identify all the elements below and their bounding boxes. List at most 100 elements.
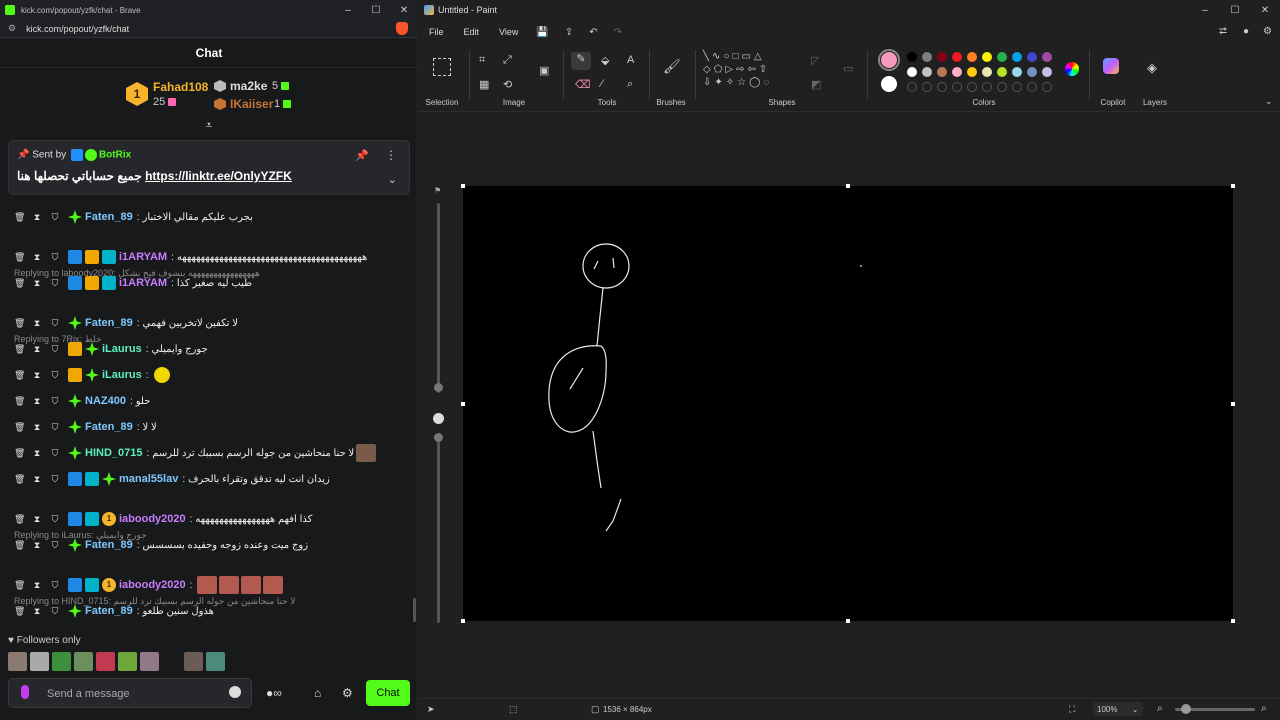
custom-color-slot[interactable] [1012, 82, 1022, 92]
chat-message[interactable]: 🗑 ⧗ ⛉ HIND_0715: لا حنا منحاشين من جوله الرس… [14, 444, 410, 462]
color-picker-icon[interactable]: ⁄ [601, 78, 603, 90]
ban-icon[interactable]: ⛉ [50, 474, 60, 484]
microphone-icon[interactable] [21, 685, 29, 699]
menu-view[interactable]: View [499, 27, 518, 37]
chat-username[interactable]: Faten_89 [85, 539, 133, 551]
zoom-dropdown[interactable]: 100% ⌄ [1093, 702, 1143, 716]
ban-icon[interactable]: ⛉ [50, 580, 60, 590]
share-icon[interactable]: ⇪ [565, 27, 573, 38]
drawing-canvas[interactable] [463, 186, 1233, 621]
chat-message[interactable]: 🗑 ⧗ ⛉ Faten_89: بجرب عليكم مقالي الاختبار [14, 208, 410, 226]
leader-third-name[interactable]: IKaiiser [230, 97, 273, 111]
collapse-leaderboard-icon[interactable]: ⩡ [202, 118, 216, 133]
send-chat-button[interactable]: Chat [366, 680, 410, 706]
avatar[interactable] [8, 652, 27, 671]
avatar[interactable] [206, 652, 225, 671]
color-swatch[interactable] [1012, 67, 1022, 77]
custom-color-slot[interactable] [922, 82, 932, 92]
ban-icon[interactable]: ⛉ [50, 252, 60, 262]
color-swatch[interactable] [997, 52, 1007, 62]
color-swatch[interactable] [907, 52, 917, 62]
image-creator-icon[interactable]: ▣ [539, 64, 549, 77]
timeout-icon[interactable]: ⧗ [32, 318, 42, 328]
zoom-out-icon[interactable]: ⌕ [1157, 703, 1163, 714]
resize-handle[interactable] [1231, 619, 1235, 623]
save-icon[interactable]: 💾 [536, 27, 548, 38]
chat-username[interactable]: iaboody2020 [119, 579, 186, 591]
chat-username[interactable]: Faten_89 [85, 605, 133, 617]
minimize-icon[interactable]: – [1190, 5, 1220, 16]
opacity-slider[interactable] [437, 433, 440, 623]
chat-username[interactable]: iaboody2020 [119, 513, 186, 525]
chat-message-list[interactable]: 🗑 ⧗ ⛉ Faten_89: بجرب عليكم مقالي الاختبار Rep… [0, 200, 410, 630]
chat-message[interactable]: 🗑 ⧗ ⛉ iLaurus: جورج وايميلي [14, 340, 410, 358]
delete-icon[interactable]: 🗑 [14, 448, 25, 458]
timeout-icon[interactable]: ⧗ [32, 396, 42, 406]
resize-handle[interactable] [846, 184, 850, 188]
ban-icon[interactable]: ⛉ [50, 448, 60, 458]
chat-message[interactable]: 🗑 ⧗ ⛉ Faten_89: لا تكفين لاتخربين فهمي [14, 314, 410, 332]
ban-icon[interactable]: ⛉ [50, 396, 60, 406]
custom-color-slot[interactable] [1027, 82, 1037, 92]
layers-icon[interactable]: ◈ [1147, 60, 1157, 76]
color-swatch[interactable] [922, 52, 932, 62]
delete-icon[interactable]: 🗑 [14, 278, 25, 288]
avatar[interactable] [140, 652, 159, 671]
custom-color-slot[interactable] [1042, 82, 1052, 92]
color-swatch[interactable] [982, 52, 992, 62]
edit-colors-icon[interactable] [1065, 62, 1079, 76]
chat-message[interactable]: 🗑 ⧗ ⛉ 1 iaboody2020: [14, 576, 410, 594]
brush-size-thumb[interactable] [434, 383, 443, 392]
delete-icon[interactable]: 🗑 [14, 252, 25, 262]
timeout-icon[interactable]: ⧗ [32, 448, 42, 458]
brush-size-slider[interactable] [437, 203, 440, 393]
chat-message[interactable]: 🗑 ⧗ ⛉ Faten_89: هذول سنين طلعو [14, 602, 410, 620]
brush-icon[interactable]: 🖌 [663, 58, 681, 75]
timeout-icon[interactable]: ⧗ [32, 606, 42, 616]
custom-color-slot[interactable] [997, 82, 1007, 92]
timeout-icon[interactable]: ⧗ [32, 422, 42, 432]
chat-message[interactable]: 🗑 ⧗ ⛉ manal55lav: زيدان انت ليه تدقق وتقراء … [14, 470, 410, 488]
timeout-icon[interactable]: ⧗ [32, 514, 42, 524]
chat-username[interactable]: iLaurus [102, 343, 142, 355]
delete-icon[interactable]: 🗑 [14, 606, 25, 616]
delete-icon[interactable]: 🗑 [14, 514, 25, 524]
color-swatch[interactable] [1027, 67, 1037, 77]
color-swatch[interactable] [937, 52, 947, 62]
delete-icon[interactable]: 🗑 [14, 370, 25, 380]
timeout-icon[interactable]: ⧗ [32, 252, 42, 262]
avatar[interactable] [96, 652, 115, 671]
ban-icon[interactable]: ⛉ [50, 606, 60, 616]
chat-username[interactable]: NAZ400 [85, 395, 126, 407]
kick-points-icon[interactable]: ●∞ [266, 686, 282, 700]
timeout-icon[interactable]: ⧗ [32, 540, 42, 550]
custom-color-slot[interactable] [907, 82, 917, 92]
settings-gear-icon[interactable]: ⚙ [1263, 26, 1272, 37]
color-swatch[interactable] [1042, 67, 1052, 77]
chat-message[interactable]: 🗑 ⧗ ⛉ i1ARYAM: طيب ليه صغير كذا [14, 274, 410, 292]
redo-icon[interactable]: ↷ [614, 27, 622, 38]
account-icon[interactable]: ● [1243, 26, 1249, 37]
color-swatch[interactable] [967, 67, 977, 77]
url-text[interactable]: kick.com/popout/yzfk/chat [26, 24, 129, 34]
color-swatch[interactable] [967, 52, 977, 62]
pinned-link[interactable]: https://linktr.ee/OnlyYZFK [145, 169, 292, 183]
send-message-input[interactable] [47, 685, 217, 703]
text-tool-icon[interactable]: A [627, 54, 634, 66]
ban-icon[interactable]: ⛉ [50, 278, 60, 288]
settings-gear-icon[interactable]: ⚙ [342, 686, 353, 700]
custom-color-slot[interactable] [937, 82, 947, 92]
chat-scrollbar[interactable] [413, 598, 416, 622]
ban-icon[interactable]: ⛉ [50, 318, 60, 328]
ban-icon[interactable]: ⛉ [50, 344, 60, 354]
chat-message[interactable]: 🗑 ⧗ ⛉ Faten_89: لا لا [14, 418, 410, 436]
chat-message[interactable]: 🗑 ⧗ ⛉ Faten_89: زوج ميت وعنده زوجه وحفيده بس… [14, 536, 410, 554]
close-icon[interactable]: ✕ [1250, 5, 1280, 16]
ban-icon[interactable]: ⛉ [50, 370, 60, 380]
delete-icon[interactable]: 🗑 [14, 422, 25, 432]
resize-handle[interactable] [461, 402, 465, 406]
timeout-icon[interactable]: ⧗ [32, 212, 42, 222]
chat-message[interactable]: 🗑 ⧗ ⛉ i1ARYAM: ههههههههههههههههههههههههههههه… [14, 248, 410, 266]
chat-username[interactable]: Faten_89 [85, 211, 133, 223]
expand-ribbon-icon[interactable]: ⌄ [1265, 96, 1273, 107]
